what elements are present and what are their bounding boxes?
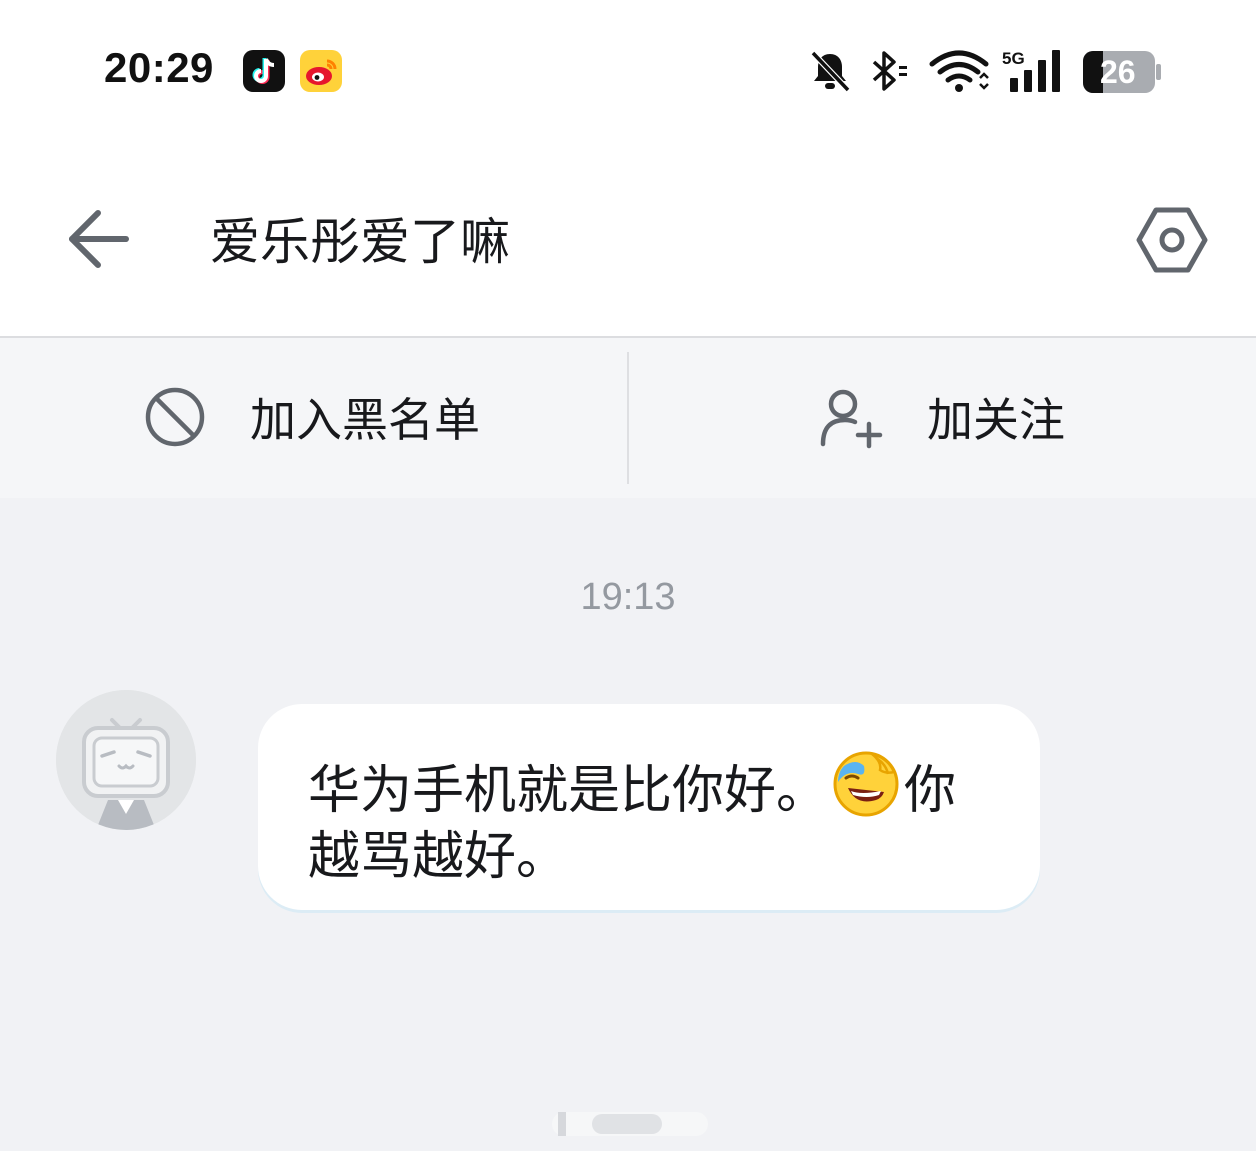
message-bubble[interactable]: 华为手机就是比你好。 你越骂越好。 — [258, 704, 1040, 910]
follow-button[interactable]: 加关注 — [629, 338, 1256, 498]
chat-header: 爱乐彤爱了嘛 — [0, 140, 1256, 338]
block-label: 加入黑名单 — [250, 393, 480, 447]
action-bar: 加入黑名单 加关注 — [0, 338, 1256, 498]
follow-label: 加关注 — [927, 393, 1065, 447]
message-text: 华为手机就是比你好。 你越骂越好。 — [308, 750, 1008, 890]
block-button[interactable]: 加入黑名单 — [0, 338, 627, 498]
status-bar: 20:29 5G 26 — [0, 0, 1256, 140]
bluetooth-icon — [866, 48, 912, 98]
svg-text:5G: 5G — [1002, 49, 1025, 68]
settings-button[interactable] — [1134, 202, 1210, 278]
bell-muted-icon — [808, 48, 852, 98]
default-avatar-tv-icon — [56, 690, 196, 830]
avatar[interactable] — [56, 690, 196, 830]
back-button[interactable] — [64, 206, 134, 272]
laughing-face-emoji-icon — [832, 750, 900, 818]
status-time: 20:29 — [104, 44, 214, 91]
message-timestamp: 19:13 — [580, 576, 676, 618]
signal-5g-icon: 5G — [1002, 48, 1068, 98]
home-indicator[interactable] — [552, 1112, 708, 1136]
wifi-icon — [928, 48, 990, 98]
arrow-left-icon — [69, 210, 129, 268]
battery-level: 26 — [1100, 54, 1136, 90]
add-user-icon — [820, 389, 883, 449]
block-icon — [145, 387, 205, 447]
page-title: 爱乐彤爱了嘛 — [210, 213, 510, 271]
tiktok-icon — [243, 50, 285, 92]
hexagon-settings-icon — [1136, 207, 1208, 273]
message-text-part-1: 华为手机就是比你好。 — [308, 761, 829, 821]
weibo-icon — [300, 50, 342, 92]
